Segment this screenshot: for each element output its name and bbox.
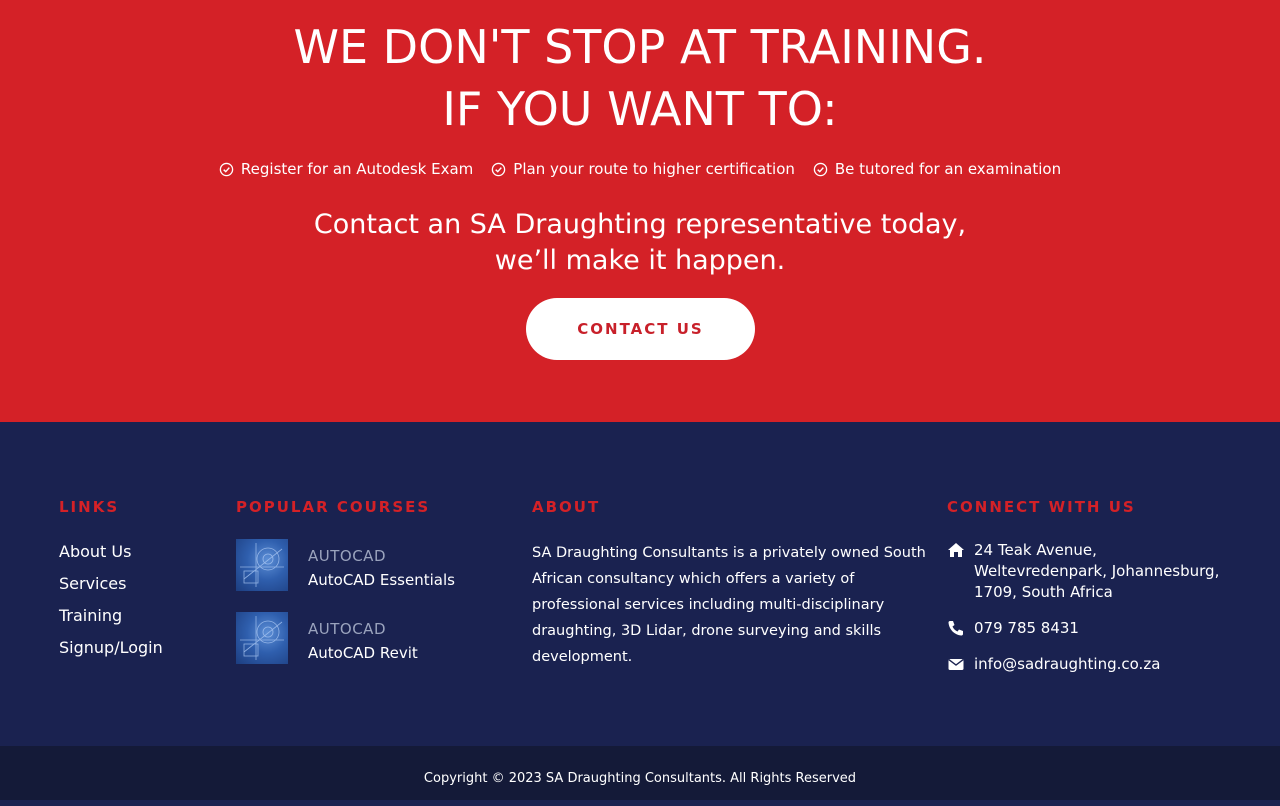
about-text: SA Draughting Consultants is a privately…: [532, 545, 926, 665]
address-text: 24 Teak Avenue, Weltevredenpark, Johanne…: [974, 540, 1219, 603]
footer-link-services[interactable]: Services: [59, 574, 126, 593]
address-line: 24 Teak Avenue,: [974, 541, 1097, 559]
benefit-label: Register for an Autodesk Exam: [240, 160, 474, 178]
connect-heading: CONNECT WITH US: [947, 498, 1136, 516]
benefit-list: Register for an Autodesk Exam Plan your …: [0, 160, 1280, 178]
email-item[interactable]: info@sadraughting.co.za: [947, 654, 1160, 675]
copyright-text: Copyright © 2023 SA Draughting Consultan…: [423, 771, 857, 786]
benefit-label: Plan your route to higher certification: [513, 160, 795, 178]
footer-link-about-us[interactable]: About Us: [59, 542, 131, 561]
address-item: 24 Teak Avenue, Weltevredenpark, Johanne…: [947, 540, 1219, 603]
site-footer: LINKS About Us Services Training Signup/…: [0, 422, 1280, 746]
benefit-item: Register for an Autodesk Exam: [219, 160, 473, 178]
contact-prompt-line2: we’ll make it happen.: [494, 245, 786, 276]
benefit-label: Be tutored for an examination: [834, 160, 1062, 178]
cta-section: WE DON'T STOP AT TRAINING. IF YOU WANT T…: [0, 0, 1280, 422]
footer-link-training[interactable]: Training: [59, 606, 122, 625]
check-circle-icon: [219, 162, 234, 176]
popular-courses-heading: POPULAR COURSES: [236, 498, 431, 516]
check-circle-icon: [492, 162, 506, 176]
contact-prompt-line1: Contact an SA Draughting representative …: [313, 209, 967, 240]
course-item[interactable]: AUTOCAD AutoCAD Essentials: [236, 539, 496, 591]
course-category: AUTOCAD: [308, 547, 386, 565]
course-thumbnail[interactable]: [236, 612, 288, 664]
about-heading: ABOUT: [532, 498, 601, 516]
copyright-bar: Copyright © 2023 SA Draughting Consultan…: [0, 746, 1280, 800]
course-item[interactable]: AUTOCAD AutoCAD Revit: [236, 612, 496, 664]
home-icon: [947, 541, 965, 559]
phone-number[interactable]: 079 785 8431: [974, 618, 1079, 639]
address-line: 1709, South Africa: [974, 583, 1113, 601]
hero-title-line1: WE DON'T STOP AT TRAINING.: [293, 20, 987, 74]
envelope-icon: [947, 655, 965, 673]
hero-title-line2: IF YOU WANT TO:: [442, 82, 838, 136]
phone-icon: [947, 619, 965, 637]
email-link[interactable]: info@sadraughting.co.za: [974, 654, 1160, 675]
check-circle-icon: [813, 162, 828, 176]
links-heading: LINKS: [59, 498, 120, 516]
benefit-item: Plan your route to higher certification: [491, 160, 795, 178]
course-thumbnail[interactable]: [236, 539, 288, 591]
contact-us-button[interactable]: CONTACT US: [526, 298, 755, 360]
address-line: Weltevredenpark, Johannesburg,: [974, 562, 1220, 580]
phone-item[interactable]: 079 785 8431: [947, 618, 1079, 639]
course-link[interactable]: AutoCAD Essentials: [308, 571, 455, 589]
course-link[interactable]: AutoCAD Revit: [308, 644, 418, 662]
footer-link-signup-login[interactable]: Signup/Login: [59, 638, 163, 657]
benefit-item: Be tutored for an examination: [813, 160, 1061, 178]
course-category: AUTOCAD: [308, 620, 386, 638]
